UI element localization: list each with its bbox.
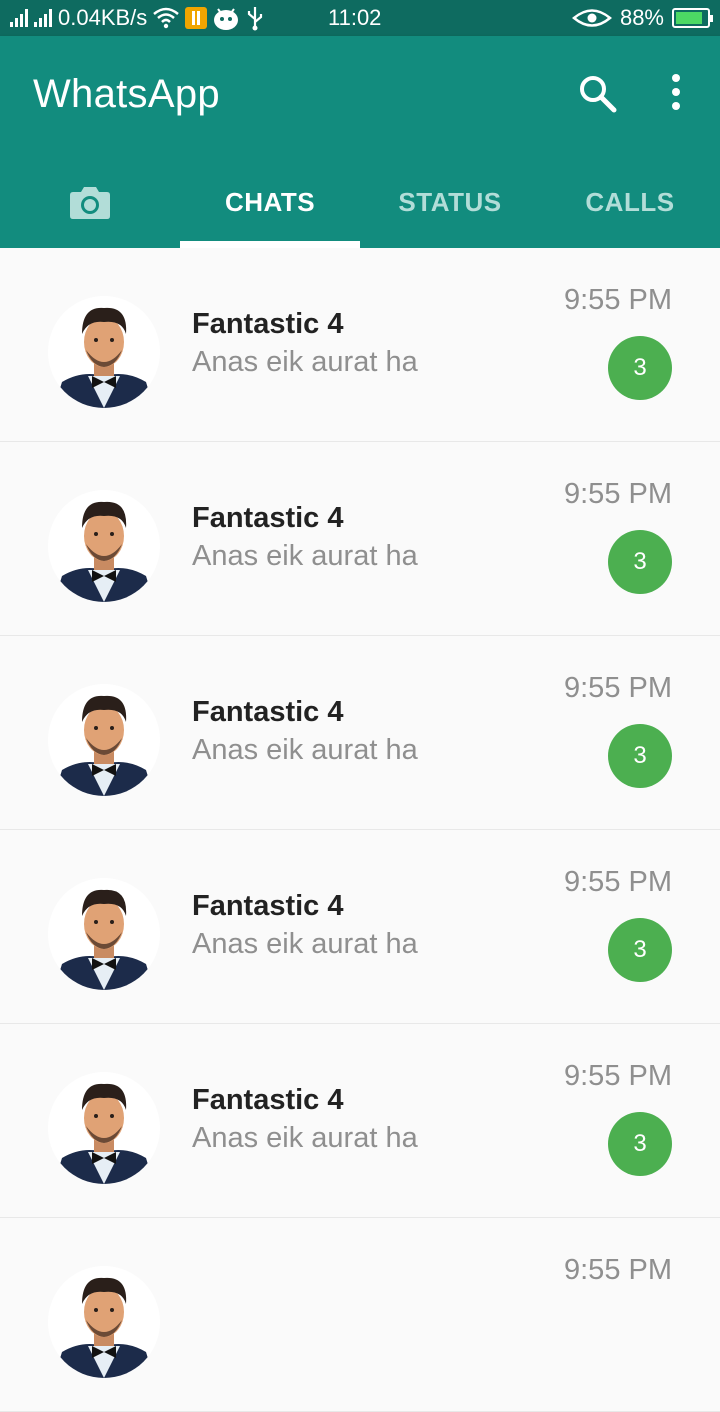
tab-bar: CHATS STATUS CALLS: [0, 156, 720, 248]
eye-icon: [571, 9, 612, 27]
signal-icon: [10, 9, 28, 27]
avatar[interactable]: [48, 296, 160, 408]
avatar[interactable]: [48, 684, 160, 796]
avatar[interactable]: [48, 878, 160, 990]
notification-icon: [185, 7, 208, 29]
unread-count-badge: 3: [608, 1112, 672, 1176]
chat-preview: Anas eik aurat ha: [192, 540, 418, 572]
battery-icon: [672, 8, 713, 28]
status-left: 0.04KB/s: [10, 0, 265, 36]
chat-preview: Anas eik aurat ha: [192, 928, 418, 960]
tab-chats[interactable]: CHATS: [180, 156, 360, 248]
unread-count-badge: 3: [608, 918, 672, 982]
chat-preview: Anas eik aurat ha: [192, 346, 418, 378]
avatar[interactable]: [48, 1072, 160, 1184]
chat-time: 9:55 PM: [564, 478, 672, 510]
chat-time: 9:55 PM: [564, 284, 672, 316]
unread-count-badge: 3: [608, 724, 672, 788]
chat-name: Fantastic 4: [192, 308, 344, 340]
wifi-icon: [153, 7, 180, 29]
avatar[interactable]: [48, 490, 160, 602]
chat-row[interactable]: Fantastic 4 Anas eik aurat ha 9:55 PM 3: [0, 248, 720, 442]
chat-preview: Anas eik aurat ha: [192, 734, 418, 766]
chat-preview: Anas eik aurat ha: [192, 1122, 418, 1154]
chat-row[interactable]: Fantastic 4 Anas eik aurat ha 9:55 PM 3: [0, 1024, 720, 1218]
camera-icon: [70, 187, 110, 219]
search-icon: [580, 76, 617, 113]
chat-name: Fantastic 4: [192, 502, 344, 534]
more-options-button[interactable]: [660, 72, 692, 116]
chat-row[interactable]: Fantastic 4 Anas eik aurat ha 9:55 PM 3: [0, 830, 720, 1024]
chat-time: 9:55 PM: [564, 672, 672, 704]
chat-row[interactable]: 9:55 PM: [0, 1218, 720, 1412]
chat-time: 9:55 PM: [564, 866, 672, 898]
app-title: WhatsApp: [33, 72, 220, 116]
android-icon: [214, 8, 239, 30]
chat-name: Fantastic 4: [192, 890, 344, 922]
network-speed: 0.04KB/s: [58, 5, 148, 30]
avatar[interactable]: [48, 1266, 160, 1378]
more-vert-icon: [672, 74, 680, 110]
chat-row[interactable]: Fantastic 4 Anas eik aurat ha 9:55 PM 3: [0, 636, 720, 830]
usb-icon: [248, 7, 263, 31]
chat-time: 9:55 PM: [564, 1254, 672, 1286]
status-bar: 0.04KB/s 11:02 88%: [0, 0, 720, 36]
chat-name: Fantastic 4: [192, 696, 344, 728]
unread-count-badge: 3: [608, 530, 672, 594]
search-button[interactable]: [576, 72, 620, 116]
tab-calls[interactable]: CALLS: [540, 156, 720, 248]
chat-row[interactable]: Fantastic 4 Anas eik aurat ha 9:55 PM 3: [0, 442, 720, 636]
app-bar: WhatsApp CHATS STATUS CALLS: [0, 36, 720, 248]
status-right: 88%: [571, 0, 713, 36]
unread-count-badge: 3: [608, 336, 672, 400]
signal-icon: [34, 9, 52, 27]
chat-name: Fantastic 4: [192, 1084, 344, 1116]
chat-time: 9:55 PM: [564, 1060, 672, 1092]
tab-status[interactable]: STATUS: [360, 156, 540, 248]
status-time: 11:02: [328, 5, 382, 30]
tab-camera[interactable]: [0, 156, 180, 248]
battery-percent: 88%: [619, 5, 664, 30]
chat-list: Fantastic 4 Anas eik aurat ha 9:55 PM 3 Fan…: [0, 248, 720, 1412]
battery-fill: [676, 12, 703, 24]
